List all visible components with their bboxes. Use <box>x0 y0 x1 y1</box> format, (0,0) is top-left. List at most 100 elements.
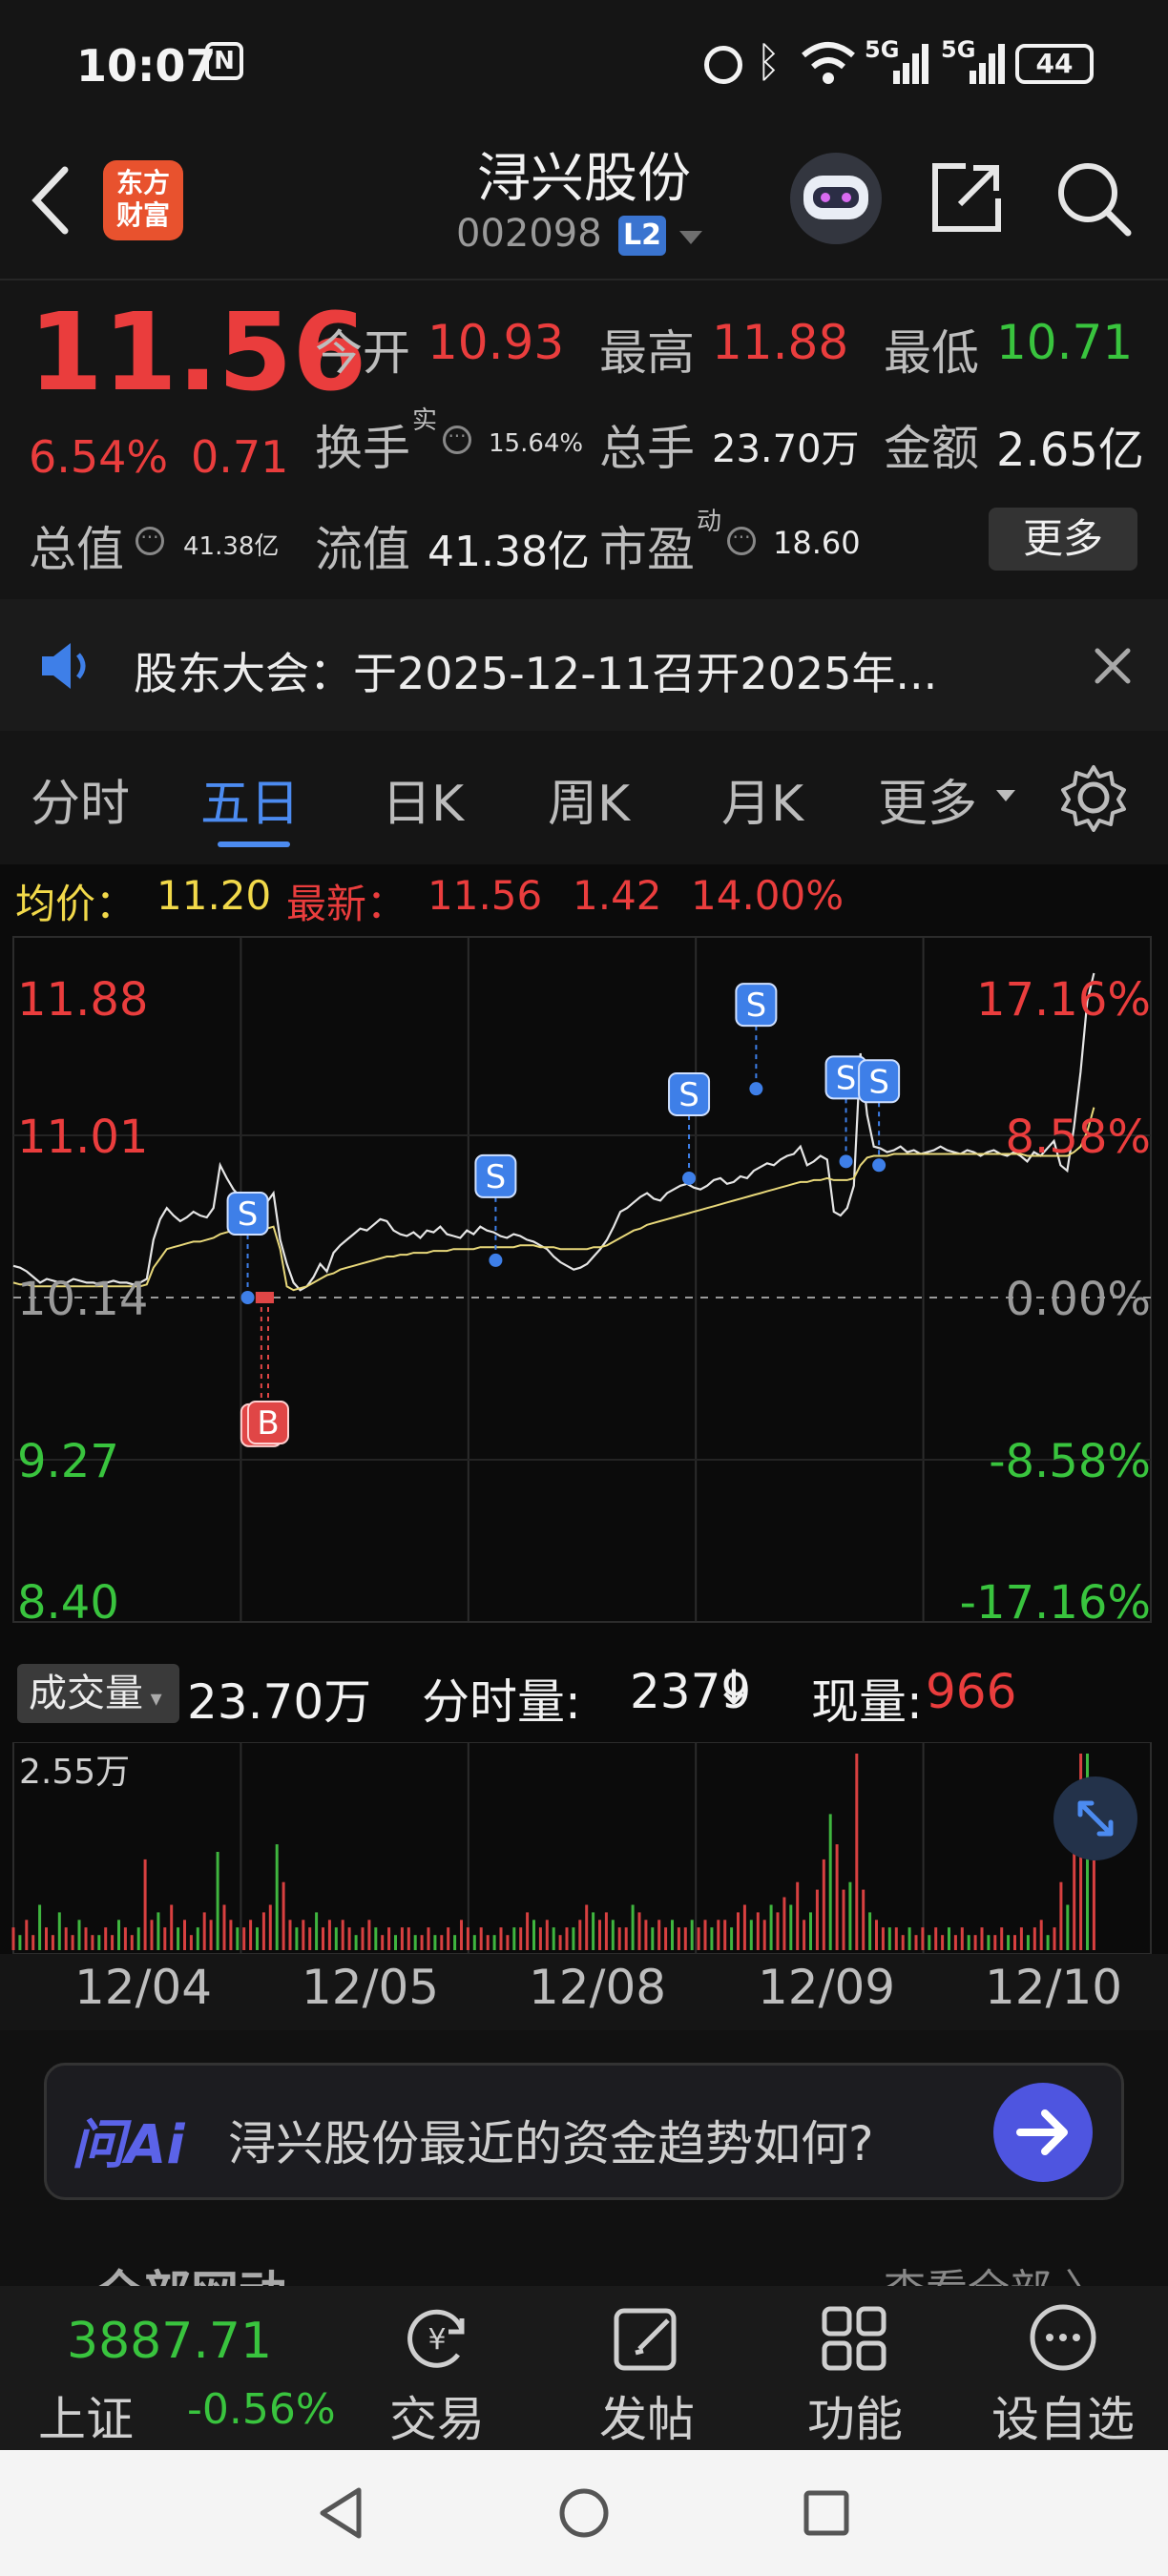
volume-bar <box>156 1912 160 1950</box>
latest-value: 11.56 <box>428 872 543 919</box>
volume-bar <box>683 1927 687 1950</box>
volume-bar <box>914 1935 918 1950</box>
volume-bar <box>91 1935 94 1950</box>
system-nav-bar <box>0 2450 1168 2576</box>
dropdown-triangle-icon[interactable] <box>678 229 704 248</box>
latest-label: 最新： <box>286 881 407 927</box>
volume-bar <box>677 1927 680 1950</box>
post-edit-icon[interactable] <box>611 2301 683 2374</box>
send-arrow-icon[interactable] <box>993 2083 1093 2182</box>
more-quote-button[interactable]: 更多 <box>989 508 1137 571</box>
volume-bar <box>512 1927 516 1950</box>
volume-header: 成交量 ▾ 23.70万 分时量: 2379 ↓ 现量: 966 <box>0 1651 1168 1742</box>
nav-functions[interactable]: 功能 <box>779 2381 931 2450</box>
volume-bar <box>387 1927 391 1950</box>
volume-bar <box>347 1927 351 1950</box>
volume-bar <box>64 1927 68 1950</box>
info-dots-icon[interactable]: ··· <box>443 426 471 454</box>
robot-avatar-icon[interactable] <box>790 153 882 244</box>
volume-bar <box>11 1927 15 1950</box>
volume-chart-panel[interactable]: 2.55万 <box>0 1741 1168 1955</box>
minute-volume-label: 分时量: <box>422 1674 581 1730</box>
index-name[interactable]: 上证 <box>38 2381 134 2450</box>
search-icon[interactable] <box>1053 158 1134 239</box>
volume-bar <box>315 1912 319 1950</box>
ai-prompt-text: 浔兴股份最近的资金趋势如何? <box>228 2116 874 2171</box>
partial-right-link[interactable]: 查看全部 〉 <box>884 2255 1107 2286</box>
volume-bar <box>170 1904 174 1950</box>
selector-triangle-icon: ▾ <box>143 1685 162 1712</box>
index-change[interactable]: -0.56% <box>187 2385 336 2434</box>
volume-bar <box>742 1904 746 1950</box>
volume-bar <box>532 1920 535 1950</box>
volume-bar-chart[interactable] <box>0 1741 1168 1955</box>
info-dots-icon[interactable]: ··· <box>727 527 756 555</box>
volume-bar <box>769 1904 773 1950</box>
price-chart-panel[interactable]: SBBSSSSS11.8811.0110.149.278.4017.16%8.5… <box>0 929 1168 1651</box>
volume-bar <box>327 1920 331 1950</box>
index-value[interactable]: 3887.71 <box>67 2313 272 2370</box>
ai-prompt-card[interactable]: 问Ai 浔兴股份最近的资金趋势如何? <box>44 2063 1124 2200</box>
buy-marker-label: B <box>257 1404 279 1443</box>
notice-banner[interactable]: 股东大会：于2025-12-11召开2025年... <box>0 599 1168 731</box>
volume-bar <box>585 1904 589 1950</box>
volume-label: 总手 <box>599 421 695 476</box>
nav-add-watchlist[interactable]: 设自选 <box>987 2381 1139 2450</box>
volume-bar <box>572 1927 575 1950</box>
volume-bar <box>196 1927 199 1950</box>
mktcap-value: 41.38亿 <box>183 532 280 561</box>
volume-bar <box>538 1927 542 1950</box>
avg-value: 11.20 <box>156 872 272 919</box>
tab-monthly-k[interactable]: 月K <box>721 763 803 835</box>
y-right-tick-label: 0.00% <box>1006 1273 1151 1326</box>
turnover-value: 15.64% <box>489 429 584 458</box>
volume-selector[interactable]: 成交量 ▾ <box>17 1664 179 1723</box>
level2-badge[interactable]: L2 <box>618 216 666 256</box>
info-dots-icon[interactable]: ··· <box>136 527 164 555</box>
trade-yen-icon[interactable]: ¥ <box>401 2301 473 2374</box>
share-icon[interactable] <box>928 158 1006 237</box>
header-divider <box>0 279 1168 280</box>
volume-bar <box>136 1927 140 1950</box>
sell-marker-dot <box>749 1082 763 1096</box>
more-dots-icon[interactable] <box>1027 2301 1099 2374</box>
volume-bar <box>868 1912 872 1950</box>
open-value: 10.93 <box>428 315 565 370</box>
tab-more[interactable]: 更多 <box>878 763 977 835</box>
system-recents-icon[interactable] <box>802 2488 851 2538</box>
more-triangle-icon <box>996 790 1015 801</box>
y-left-tick-label: 11.01 <box>17 1111 148 1164</box>
tab-weekly-k[interactable]: 周K <box>548 763 630 835</box>
volume-bar <box>862 1889 866 1950</box>
sell-marker-label: S <box>678 1076 699 1114</box>
volume-bar <box>637 1912 641 1950</box>
volume-bar <box>71 1935 74 1950</box>
volume-bar <box>341 1920 344 1950</box>
close-icon[interactable] <box>1092 645 1134 687</box>
system-home-icon[interactable] <box>557 2486 611 2540</box>
volume-bar <box>631 1904 635 1950</box>
bluetooth-icon: ᛒ <box>756 38 782 87</box>
volume-bar <box>183 1920 186 1950</box>
volume-bar <box>526 1912 530 1950</box>
tab-daily-k[interactable]: 日K <box>382 763 464 835</box>
settings-gear-icon[interactable] <box>1059 763 1128 832</box>
sell-marker-label: S <box>746 987 767 1025</box>
expand-icon[interactable] <box>1053 1776 1137 1860</box>
volume-bar <box>354 1935 358 1950</box>
tab-five-day[interactable]: 五日 <box>200 763 300 835</box>
nav-trade[interactable]: 交易 <box>361 2381 513 2450</box>
nav-post[interactable]: 发帖 <box>571 2381 723 2450</box>
signal-icon-1 <box>893 44 928 84</box>
volume-bar <box>1039 1920 1043 1950</box>
volume-bar <box>381 1935 385 1950</box>
five-day-price-chart[interactable]: SBBSSSSS11.8811.0110.149.278.4017.16%8.5… <box>0 929 1168 1651</box>
float-label: 流值 <box>315 522 410 577</box>
function-grid-icon[interactable] <box>819 2301 891 2374</box>
volume-bar <box>288 1920 292 1950</box>
tab-intraday[interactable]: 分时 <box>31 763 130 835</box>
current-volume-label: 现量: <box>811 1674 923 1730</box>
volume-bar <box>611 1920 615 1950</box>
system-back-icon[interactable] <box>315 2484 368 2542</box>
volume-bar <box>45 1927 48 1950</box>
